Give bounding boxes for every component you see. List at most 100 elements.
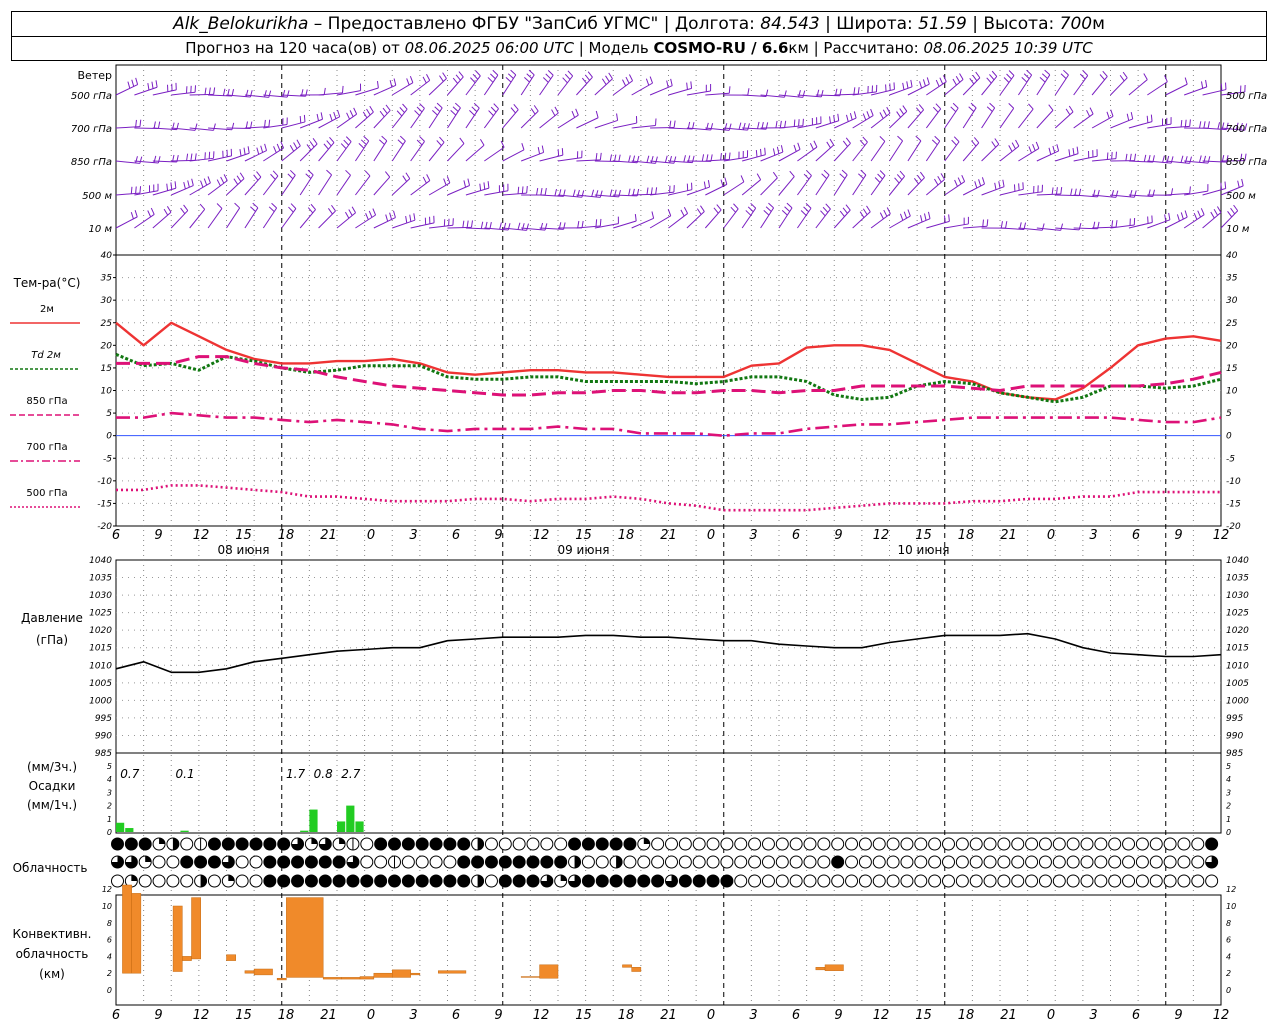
wind-barb bbox=[465, 107, 480, 129]
wind-barb-feather bbox=[1008, 103, 1015, 109]
cloud-cover-symbol bbox=[1191, 837, 1205, 851]
wind-barb-feather bbox=[927, 211, 931, 219]
wind-barb-feather bbox=[601, 78, 607, 85]
temp-time-tick: 3 bbox=[409, 528, 417, 543]
wind-barb bbox=[870, 112, 891, 129]
wind-barb-feather bbox=[786, 202, 793, 209]
cloud-cover-symbol bbox=[581, 855, 595, 869]
wind-barb-feather bbox=[940, 173, 946, 180]
wind-barb-feather bbox=[333, 111, 337, 119]
wind-barb-feather bbox=[372, 208, 377, 216]
pressure-ytick-right: 1015 bbox=[1226, 644, 1249, 654]
cloud-cover-symbol bbox=[651, 837, 665, 851]
wind-barb-feather bbox=[1210, 211, 1215, 219]
wind-barb-feather bbox=[952, 78, 957, 86]
cloud-cover-symbol bbox=[1191, 855, 1205, 869]
wind-barb bbox=[226, 152, 250, 162]
cloud-cover-symbol bbox=[1066, 855, 1080, 869]
wind-barb-feather bbox=[969, 78, 975, 85]
wind-barb bbox=[668, 87, 692, 96]
wind-barb bbox=[410, 108, 425, 129]
wind-barb-feather bbox=[163, 208, 169, 216]
cloud-cover-symbol bbox=[1163, 837, 1177, 851]
wind-barb-feather bbox=[728, 86, 731, 94]
cloud-cover-symbol bbox=[360, 837, 374, 851]
wind-barb-feather bbox=[245, 121, 248, 129]
wind-barb-feather bbox=[738, 122, 742, 130]
pressure-ytick-left: 1035 bbox=[89, 574, 112, 584]
cloud-cover-symbol bbox=[789, 874, 803, 888]
wind-barb-feather bbox=[991, 70, 998, 77]
wind-barb-feather bbox=[312, 138, 318, 145]
temp-ytick-right: 25 bbox=[1226, 319, 1238, 329]
wind-barb-feather bbox=[346, 112, 351, 120]
bottom-time-tick: 9 bbox=[834, 1008, 842, 1023]
cloud-cover-symbol bbox=[484, 855, 498, 869]
wind-barb-feather bbox=[510, 69, 517, 76]
wind-barb-feather bbox=[907, 209, 911, 217]
wind-barb-feather bbox=[479, 183, 482, 191]
cloud-cover-symbol bbox=[415, 874, 429, 888]
wind-barb-feather bbox=[651, 211, 655, 219]
wind-barb-feather bbox=[1207, 156, 1211, 164]
temp-time-tick: 9 bbox=[834, 528, 842, 543]
wind-barb-feather bbox=[784, 206, 791, 212]
pressure-ytick-right: 1030 bbox=[1226, 591, 1249, 601]
cloud-cover-symbol bbox=[817, 837, 831, 851]
temp-series-0 bbox=[115, 321, 1222, 401]
cloud-cover-symbol bbox=[775, 837, 789, 851]
wind-barb bbox=[668, 213, 688, 229]
wind-barb bbox=[484, 190, 509, 196]
cloud-cover-symbol bbox=[720, 837, 734, 851]
precip-ytick-left: 3 bbox=[107, 788, 112, 797]
wind-barb-feather bbox=[526, 223, 529, 231]
wind-barb bbox=[778, 176, 795, 196]
wind-barb bbox=[318, 174, 333, 196]
cloud-cover-symbol bbox=[249, 874, 263, 888]
cloud-cover-symbol bbox=[277, 855, 291, 869]
wind-barb bbox=[410, 180, 431, 196]
wind-barb bbox=[889, 215, 911, 229]
cloud-half-fill bbox=[172, 838, 179, 850]
wind-barb-feather bbox=[183, 182, 186, 190]
conv-ytick-left: 0 bbox=[107, 986, 112, 995]
temp-legend-label: 700 гПа bbox=[26, 442, 67, 453]
wind-barb-feather bbox=[968, 106, 975, 112]
wind-barb-feather bbox=[1227, 211, 1233, 218]
wind-barb-feather bbox=[399, 135, 406, 142]
wind-barb-feather bbox=[981, 177, 985, 185]
wind-barb bbox=[833, 142, 851, 162]
wind-barb bbox=[944, 107, 959, 129]
wind-barb-feather bbox=[203, 178, 208, 186]
wind-barb-feather bbox=[174, 181, 177, 189]
pressure-ytick-right: 1020 bbox=[1226, 626, 1249, 636]
wind-barb bbox=[336, 212, 356, 229]
cloud-cover-symbol bbox=[180, 855, 194, 869]
wind-barb-feather bbox=[236, 175, 242, 182]
wind-barb bbox=[447, 185, 470, 196]
wind-barb-feather bbox=[1217, 122, 1221, 130]
precip-title: Осадки bbox=[29, 779, 76, 793]
wind-barb-feather bbox=[1203, 121, 1206, 129]
wind-barb bbox=[1036, 74, 1051, 96]
wind-barb bbox=[889, 176, 906, 196]
wind-barb-feather bbox=[1111, 152, 1113, 160]
pressure-ytick-left: 1030 bbox=[89, 591, 112, 601]
cloud-cover-symbol bbox=[1066, 874, 1080, 888]
precip-ytick-left: 1 bbox=[107, 815, 112, 824]
wind-barb bbox=[1110, 118, 1133, 129]
temp-time-tick: 6 bbox=[452, 528, 460, 543]
wind-barb-feather bbox=[1028, 146, 1032, 154]
wind-barb-feather bbox=[1125, 153, 1128, 161]
wind-barb-feather bbox=[1072, 147, 1075, 156]
wind-barb-feather bbox=[282, 89, 286, 97]
wind-barb-feather bbox=[1039, 76, 1046, 83]
wind-barb-feather bbox=[442, 72, 447, 79]
pressure-ytick-right: 1035 bbox=[1226, 574, 1249, 584]
wind-barb-feather bbox=[402, 103, 408, 110]
wind-barb bbox=[391, 140, 406, 162]
wind-barb-feather bbox=[628, 188, 631, 196]
wind-barb bbox=[115, 216, 138, 229]
wind-barb-feather bbox=[166, 206, 172, 213]
cloud-quarter-fill bbox=[145, 856, 152, 862]
